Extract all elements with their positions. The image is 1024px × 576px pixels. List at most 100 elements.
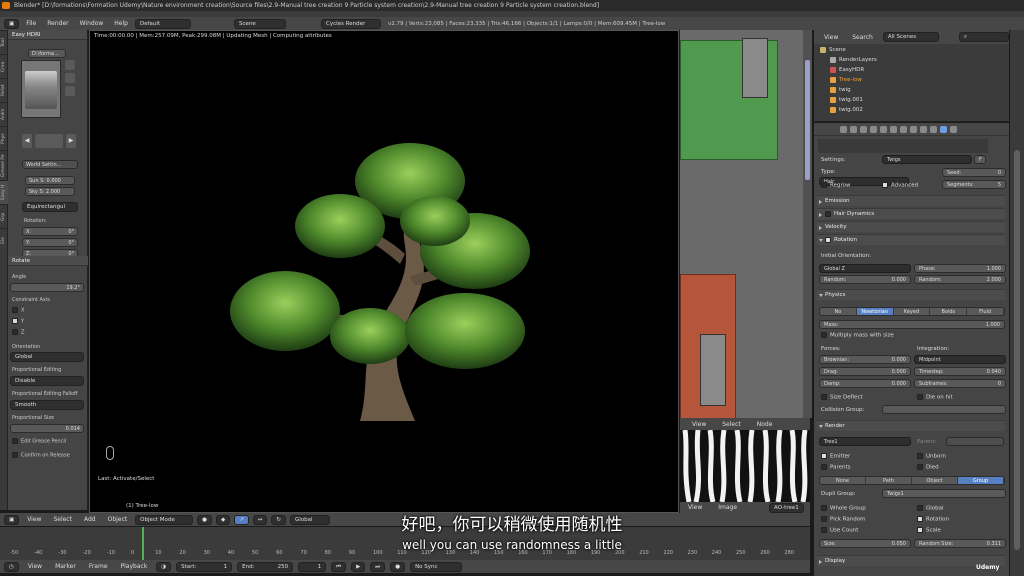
render-object-option[interactable]: Object: [912, 477, 958, 484]
phase-field[interactable]: Phase: 1.000: [914, 264, 1006, 273]
tab-ele[interactable]: Ele: [0, 228, 8, 252]
segments-field[interactable]: Segments: 5: [942, 180, 1006, 189]
preview-range-toggle[interactable]: ◑: [156, 561, 172, 572]
prev-arrow-icon[interactable]: ◀: [22, 134, 32, 148]
rotate-header[interactable]: Rotate: [8, 256, 88, 266]
fake-user-button[interactable]: F: [974, 155, 986, 164]
menu-file[interactable]: File: [22, 20, 40, 27]
end-frame-field[interactable]: End: 250: [237, 561, 294, 572]
regrow-checkbox[interactable]: Regrow: [821, 182, 850, 189]
velocity-panel[interactable]: Velocity: [817, 221, 1005, 232]
particles-tab-icon[interactable]: [940, 126, 947, 133]
angle-field[interactable]: 19.2°: [10, 283, 84, 292]
node-editor[interactable]: [680, 30, 810, 419]
render-engine-dropdown[interactable]: Cycles Render: [320, 18, 381, 29]
outliner-item-easyhdr[interactable]: EasyHDR: [820, 65, 1000, 75]
node-box-2[interactable]: [700, 334, 726, 406]
physics-newtonian-option[interactable]: Newtonian: [856, 308, 894, 315]
record-icon[interactable]: ●: [390, 561, 406, 572]
dupli-group-field[interactable]: Twigs1: [882, 489, 1006, 498]
tab-relations[interactable]: Relat: [0, 78, 8, 102]
menu-node[interactable]: Node: [753, 421, 777, 428]
sun-strength-field[interactable]: Sun S: 0.000: [25, 176, 75, 185]
edit-grease-pencil-checkbox[interactable]: Edit Grease Pencil: [12, 438, 66, 445]
timestep-field[interactable]: Timestep: 0.040: [914, 367, 1006, 376]
hdri-file-field[interactable]: D:\forma...: [28, 49, 66, 58]
proportional-size-field[interactable]: 0.014: [10, 424, 84, 433]
outliner-item-scene[interactable]: Scene: [820, 45, 1000, 55]
data-tab-icon[interactable]: [910, 126, 917, 133]
falloff-dropdown[interactable]: Smooth: [10, 400, 84, 410]
drag-field[interactable]: Drag: 0.000: [819, 367, 911, 376]
menu-playback[interactable]: Playback: [117, 563, 152, 570]
render-path-option[interactable]: Path: [866, 477, 912, 484]
tab-animation[interactable]: Anim: [0, 102, 8, 126]
menu-view[interactable]: View: [688, 421, 710, 428]
render-tab-icon[interactable]: [840, 126, 847, 133]
integration-dropdown[interactable]: Midpoint: [914, 355, 1006, 364]
world-tab-icon[interactable]: [870, 126, 877, 133]
menu-search[interactable]: Search: [848, 34, 877, 41]
hdri-load-button[interactable]: [35, 134, 63, 148]
node-box[interactable]: [742, 38, 768, 98]
object-tab-icon[interactable]: [880, 126, 887, 133]
physics-boids-option[interactable]: Boids: [930, 308, 968, 315]
scene-tab-icon[interactable]: [860, 126, 867, 133]
physics-no-option[interactable]: No: [820, 308, 857, 315]
seed-field[interactable]: Seed: 0: [942, 168, 1006, 177]
vertical-scrollbar[interactable]: [803, 30, 812, 418]
render-type-selector[interactable]: None Path Object Group: [819, 476, 1005, 485]
constraints-tab-icon[interactable]: [890, 126, 897, 133]
world-settings-field[interactable]: World Settin...: [22, 160, 78, 169]
material-tab-icon[interactable]: [920, 126, 927, 133]
refresh-icon[interactable]: [65, 60, 75, 70]
bark-texture-image[interactable]: [680, 430, 810, 502]
parents-checkbox[interactable]: Parents: [821, 464, 850, 471]
menu-help[interactable]: Help: [110, 20, 132, 27]
tab-easy-hdri[interactable]: Easy H: [0, 180, 8, 204]
damp-field[interactable]: Damp: 0.000: [819, 379, 911, 388]
unborn-checkbox[interactable]: Unborn: [917, 453, 946, 460]
next-arrow-icon[interactable]: ▶: [66, 134, 76, 148]
menu-view[interactable]: View: [24, 563, 46, 570]
physics-type-selector[interactable]: No Newtonian Keyed Boids Fluid: [819, 307, 1005, 316]
folder-icon[interactable]: [65, 86, 75, 96]
layout-dropdown[interactable]: Default: [134, 18, 191, 29]
advanced-checkbox[interactable]: Advanced: [882, 182, 918, 189]
physics-keyed-option[interactable]: Keyed: [893, 308, 931, 315]
search-input[interactable]: ⌕: [958, 32, 1009, 42]
parent-field[interactable]: [946, 437, 1004, 446]
hdri-preview-image[interactable]: [21, 60, 61, 118]
current-frame-field[interactable]: 1: [298, 561, 327, 572]
rotation-x-field[interactable]: X: 0°: [22, 227, 78, 236]
physics-tab-icon[interactable]: [950, 126, 957, 133]
brownian-field[interactable]: Brownian: 0.000: [819, 355, 911, 364]
emitter-checkbox[interactable]: Emitter: [821, 453, 850, 460]
jump-end-icon[interactable]: ⏭: [370, 561, 386, 572]
collision-group-field[interactable]: [882, 405, 1006, 414]
size-deflect-checkbox[interactable]: Size Deflect: [821, 394, 863, 401]
random-orientation-field[interactable]: Random: 0.000: [819, 275, 911, 284]
confirm-release-checkbox[interactable]: Confirm on Release: [12, 452, 70, 459]
outliner-item-twig[interactable]: twig: [820, 85, 1000, 95]
outliner-item-tree-low[interactable]: Tree-low: [820, 75, 1000, 85]
image-editor[interactable]: View Select Node View Image AO-tree1: [680, 418, 810, 513]
sync-dropdown[interactable]: No Sync: [410, 561, 463, 572]
subframes-field[interactable]: Subframes: 0: [914, 379, 1006, 388]
rotation-panel[interactable]: Rotation: [817, 234, 1005, 245]
scene-dropdown[interactable]: Scene: [233, 18, 286, 29]
axis-y-checkbox[interactable]: Y: [12, 318, 24, 325]
play-icon[interactable]: ▶: [351, 561, 366, 572]
sky-strength-field[interactable]: Sky S: 2.000: [25, 187, 75, 196]
orientation-dropdown[interactable]: Global Z: [819, 264, 911, 273]
editor-type-icon[interactable]: ◷: [4, 561, 19, 572]
tab-tools[interactable]: Tool: [0, 30, 8, 54]
tree-render[interactable]: [210, 136, 550, 426]
outliner-item-renderlayers[interactable]: RenderLayers: [820, 55, 1000, 65]
menu-view[interactable]: View: [820, 34, 842, 41]
settings-icon[interactable]: [65, 73, 75, 83]
multiply-mass-checkbox[interactable]: Multiply mass with size: [821, 332, 894, 339]
orientation-dropdown[interactable]: Global: [10, 352, 84, 362]
material-dropdown[interactable]: Tree1: [819, 437, 911, 446]
modifiers-tab-icon[interactable]: [900, 126, 907, 133]
